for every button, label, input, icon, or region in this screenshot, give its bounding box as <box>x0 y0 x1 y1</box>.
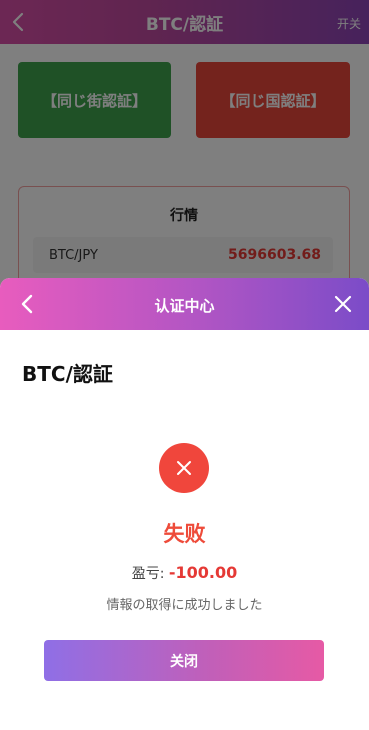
pnl-label: 盈亏: <box>131 566 169 582</box>
close-icon[interactable] <box>334 295 352 313</box>
auth-center-modal: 认证中心 BTC/認証 失败 盈亏: -100.00 情報の取得に成功しました … <box>0 278 369 730</box>
modal-header: 认证中心 <box>0 278 369 330</box>
pnl-line: 盈亏: -100.00 <box>0 563 369 583</box>
modal-subtitle: BTC/認証 <box>22 362 113 386</box>
info-message: 情報の取得に成功しました <box>106 598 263 613</box>
status-text: 失败 <box>163 522 206 546</box>
pnl-value: -100.00 <box>168 563 238 582</box>
modal-title: 认证中心 <box>154 297 215 315</box>
x-mark-icon <box>177 461 191 475</box>
x-circle-icon <box>159 443 209 493</box>
close-button[interactable]: 关闭 <box>44 640 324 681</box>
